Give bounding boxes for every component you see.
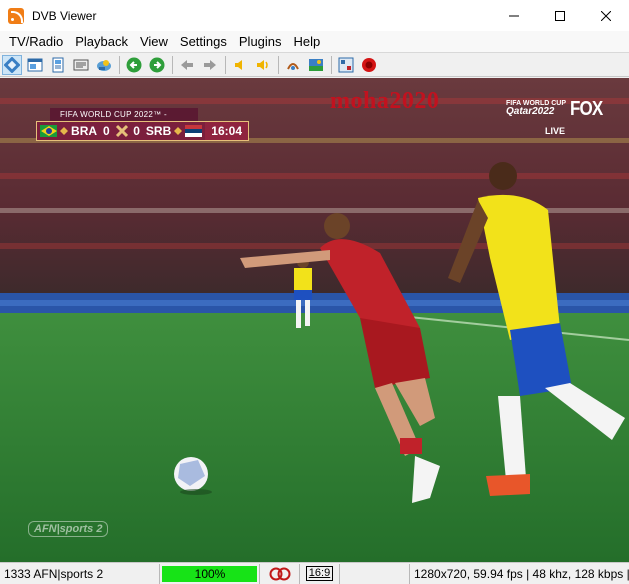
back-icon <box>181 59 193 70</box>
volume-down-button[interactable] <box>230 55 250 75</box>
channel-logo: AFN|sports 2 <box>28 521 109 537</box>
teletext-button[interactable] <box>71 55 91 75</box>
toolbar-separator <box>331 55 332 74</box>
options-icon <box>338 57 354 72</box>
osd-icon <box>97 59 111 71</box>
previous-channel-button[interactable] <box>124 55 144 75</box>
rss-app-icon <box>8 7 24 24</box>
status-bar: 1333 AFN|sports 2 100% 16:9 1280x720, 59… <box>0 562 629 584</box>
timeshift-icon <box>269 567 290 580</box>
recordings-button[interactable] <box>48 55 68 75</box>
menu-settings[interactable]: Settings <box>174 32 233 51</box>
aspect-ratio-label: 16:9 <box>305 566 334 581</box>
toolbar-separator <box>172 55 173 74</box>
scoreboard: BRA 0 0 SRB 16:04 <box>36 121 249 141</box>
options-button[interactable] <box>336 55 356 75</box>
world-cup-logo-line2: Qatar2022 <box>506 106 555 117</box>
epg-icon <box>27 58 43 71</box>
channel-list-icon <box>4 56 20 73</box>
menu-plugins[interactable]: Plugins <box>233 32 288 51</box>
menu-help[interactable]: Help <box>288 32 327 51</box>
menu-tv-radio[interactable]: TV/Radio <box>3 32 69 51</box>
score-away: 0 <box>133 124 140 138</box>
match-clock: 16:04 <box>205 122 248 140</box>
previous-channel-icon <box>126 57 142 72</box>
volume-up-icon <box>257 59 268 70</box>
toolbar-separator <box>278 55 279 74</box>
recording-indicator[interactable] <box>260 563 300 584</box>
menu-view[interactable]: View <box>134 32 174 51</box>
menu-playback[interactable]: Playback <box>69 32 134 51</box>
video-display[interactable]: FIFA WORLD CUP 2022™ - GROUP G BRA 0 0 S… <box>0 78 629 562</box>
osd-button[interactable] <box>94 55 114 75</box>
status-channel: 1333 AFN|sports 2 <box>0 563 160 584</box>
snapshot-button[interactable] <box>283 55 303 75</box>
toolbar-separator <box>225 55 226 74</box>
watermark: moha2020 <box>330 88 440 114</box>
toolbar <box>0 52 629 77</box>
toolbar-separator <box>119 55 120 74</box>
aspect-ratio[interactable]: 16:9 <box>300 563 340 584</box>
epg-button[interactable] <box>25 55 45 75</box>
back-button[interactable] <box>177 55 197 75</box>
world-cup-logo: FIFA WORLD CUP Qatar2022 <box>506 100 566 117</box>
close-icon <box>601 10 611 21</box>
picture-icon <box>309 58 323 71</box>
football-broadcast-frame <box>0 78 629 562</box>
cross-separator-icon <box>115 124 128 138</box>
maximize-icon <box>555 10 565 21</box>
teletext-icon <box>73 59 89 70</box>
fox-logo: FOX <box>570 98 603 120</box>
next-channel-icon <box>149 57 165 72</box>
brazil-flag-icon <box>40 125 58 137</box>
next-channel-button[interactable] <box>147 55 167 75</box>
stream-info: 1280x720, 59.94 fps | 48 khz, 128 kbps |… <box>414 566 629 581</box>
signal-strength: 100% <box>160 563 260 584</box>
signal-bar: 100% <box>162 565 257 582</box>
window-title: DVB Viewer <box>32 8 97 23</box>
team-home: BRA <box>71 124 98 138</box>
volume-down-icon <box>235 59 242 70</box>
menu-bar: TV/Radio Playback View Settings Plugins … <box>0 31 629 52</box>
team-away: SRB <box>145 124 172 138</box>
snapshot-icon <box>287 62 299 70</box>
diamond-icon <box>174 127 182 135</box>
picture-button[interactable] <box>306 55 326 75</box>
signal-label: 100% <box>194 566 226 581</box>
status-empty-cell <box>340 563 410 584</box>
title-bar: DVB Viewer <box>0 0 629 31</box>
live-badge: LIVE <box>545 126 566 136</box>
forward-icon <box>204 59 216 70</box>
forward-button[interactable] <box>200 55 220 75</box>
score-home: 0 <box>103 124 110 138</box>
recordings-icon <box>52 57 64 72</box>
window-controls <box>491 0 629 31</box>
minimize-button[interactable] <box>491 0 537 31</box>
close-button[interactable] <box>583 0 629 31</box>
record-icon <box>362 57 376 72</box>
diamond-icon <box>60 127 69 135</box>
channel-list-button[interactable] <box>2 54 22 75</box>
volume-up-button[interactable] <box>253 55 273 75</box>
serbia-flag-icon <box>184 125 203 137</box>
minimize-icon <box>509 15 519 16</box>
record-button[interactable] <box>359 55 379 75</box>
scoreboard-header: FIFA WORLD CUP 2022™ - GROUP G <box>50 108 198 132</box>
maximize-button[interactable] <box>537 0 583 31</box>
